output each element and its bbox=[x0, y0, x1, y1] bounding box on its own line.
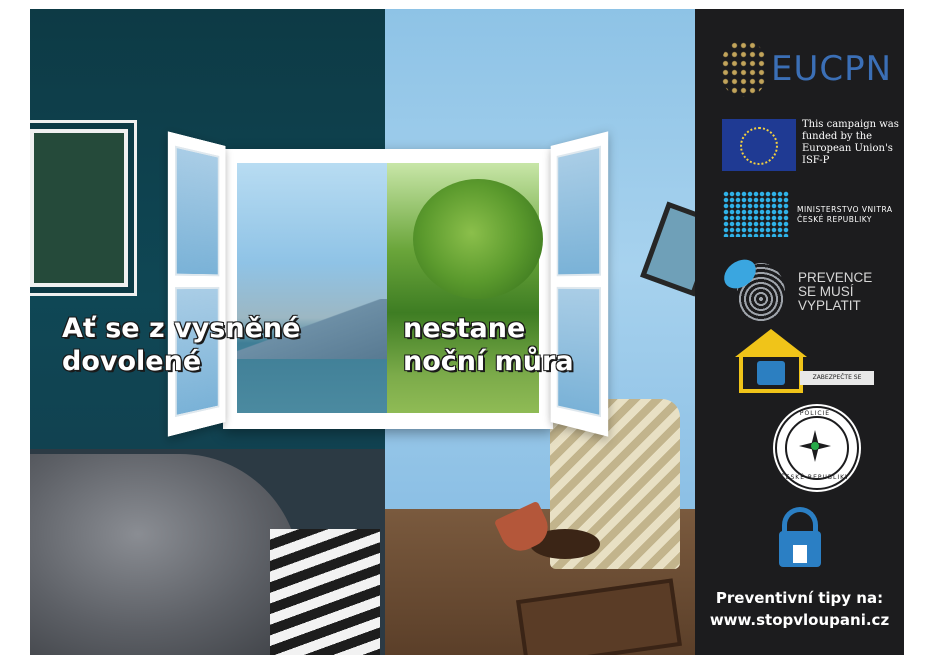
open-window bbox=[167, 131, 609, 437]
partner-logos-sidebar: EUCPN This campaign was funded by the Eu… bbox=[695, 9, 904, 655]
police-seal-top: POLICIE bbox=[799, 410, 831, 417]
ministry-logo: MINISTERSTVO VNITRA ČESKÉ REPUBLIKY bbox=[695, 191, 904, 241]
ministry-logo-icon bbox=[723, 191, 789, 237]
police-seal-icon: POLICIE ČESKÉ REPUBLIKY bbox=[775, 406, 859, 490]
headline-left-line1: Ať se z vysněné bbox=[62, 313, 301, 344]
headline-left-line2: dovolené bbox=[62, 346, 202, 377]
ministry-line2: ČESKÉ REPUBLIKY bbox=[797, 215, 873, 224]
house-lock-icon bbox=[735, 329, 807, 357]
striped-rug bbox=[270, 529, 380, 655]
police-seal: POLICIE ČESKÉ REPUBLIKY bbox=[695, 406, 904, 502]
tree bbox=[413, 179, 543, 299]
headline-right: nestane noční můra bbox=[403, 312, 574, 378]
window-shutter-right bbox=[550, 131, 609, 437]
zabezpecte-se-logo: ZABEZPEČTE SE bbox=[695, 321, 904, 401]
eucpn-logo: EUCPN bbox=[695, 39, 904, 99]
prevence-line1: PREVENCE bbox=[798, 270, 873, 285]
cta-url: www.stopvloupani.cz bbox=[709, 611, 890, 629]
eucpn-logo-icon bbox=[721, 41, 767, 97]
stopvloupani-logo bbox=[695, 507, 904, 569]
prevence-line2: SE MUSÍ VYPLATIT bbox=[798, 284, 861, 313]
prevence-logo: PREVENCE SE MUSÍ VYPLATIT bbox=[695, 255, 904, 329]
police-seal-bottom: ČESKÉ REPUBLIKY bbox=[780, 474, 850, 481]
headline-right-line2: noční můra bbox=[403, 346, 574, 377]
eu-flag-icon bbox=[722, 119, 796, 171]
wall-picture-left bbox=[30, 129, 128, 287]
eu-funding-text: This campaign was funded by the European… bbox=[802, 119, 899, 166]
headline-left: Ať se z vysněné dovolené bbox=[62, 312, 300, 378]
prevention-tips-cta: Preventivní tipy na: www.stopvloupani.cz bbox=[695, 587, 904, 631]
campaign-poster: Ať se z vysněné dovolené nestane noční m… bbox=[30, 9, 904, 655]
headline-right-line1: nestane bbox=[403, 313, 526, 344]
eu-funding-block: This campaign was funded by the European… bbox=[695, 119, 904, 179]
ministry-line1: MINISTERSTVO VNITRA bbox=[797, 205, 893, 214]
butterfly-fingerprint-icon bbox=[719, 255, 787, 325]
ministry-name: MINISTERSTVO VNITRA ČESKÉ REPUBLIKY bbox=[797, 205, 893, 225]
zabezpecte-sign: ZABEZPEČTE SE bbox=[800, 371, 874, 385]
window-shutter-left bbox=[167, 131, 226, 437]
eucpn-wordmark: EUCPN bbox=[771, 49, 893, 89]
bed-blanket bbox=[30, 454, 300, 655]
prevence-text: PREVENCE SE MUSÍ VYPLATIT bbox=[798, 271, 904, 313]
lock-icon bbox=[757, 361, 785, 385]
cta-label: Preventivní tipy na: bbox=[715, 589, 884, 607]
